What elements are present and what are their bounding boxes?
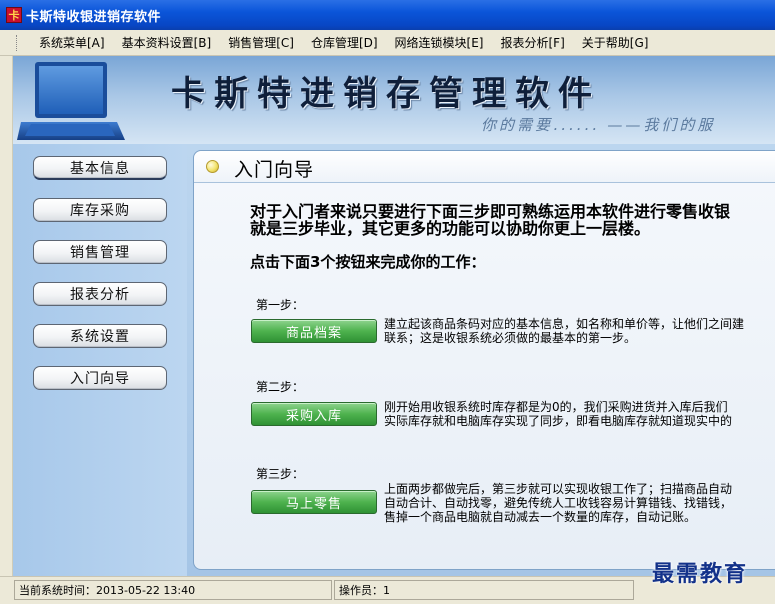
step-3-desc-line-1: 上面两步都做完后，第三步就可以实现收银工作了；扫描商品自动 — [384, 482, 733, 496]
intro-text: 对于入门者来说只要进行下面三步即可熟练运用本软件进行零售收银 就是三步毕业，其它… — [250, 203, 775, 237]
product-archive-button[interactable]: 商品档案 — [251, 319, 377, 343]
panel-header: 入门向导 — [194, 151, 775, 183]
menu-warehouse[interactable]: 仓库管理[D] — [311, 34, 378, 51]
step-3-desc-line-3: 售掉一个商品电脑就自动减去一个数量的库存，自动记账。 — [384, 510, 697, 524]
main-area: 入门向导 对于入门者来说只要进行下面三步即可熟练运用本软件进行零售收银 就是三步… — [187, 144, 775, 576]
laptop-icon — [17, 62, 125, 140]
banner-title: 卡斯特进销存管理软件 — [171, 74, 601, 114]
instruction-text: 点击下面3个按钮来完成你的工作： — [250, 253, 486, 271]
watermark-logo: 最需教育 — [652, 561, 749, 587]
menu-reports[interactable]: 报表分析[F] — [501, 34, 565, 51]
status-time: 当前系统时间：2013-05-22 13:40 — [14, 580, 332, 600]
step-3-desc-line-2: 自动合计、自动找零，避免传统人工收钱容易计算错钱、找错钱， — [384, 496, 733, 510]
intro-line-2: 就是三步毕业，其它更多的功能可以协助你更上一层楼。 — [250, 219, 651, 238]
step-3-desc: 上面两步都做完后，第三步就可以实现收银工作了；扫描商品自动 自动合计、自动找零，… — [384, 482, 732, 524]
status-operator: 操作员：1 — [334, 580, 634, 600]
menu-network-chain[interactable]: 网络连锁模块[E] — [395, 34, 484, 51]
retail-now-button[interactable]: 马上零售 — [251, 490, 377, 514]
window-title: 卡斯特收银进销存软件 — [26, 9, 162, 25]
purchase-stock-in-button[interactable]: 采购入库 — [251, 402, 377, 426]
panel-title: 入门向导 — [234, 159, 315, 181]
step-1-desc: 建立起该商品条码对应的基本信息，如名称和单价等，让他们之间建 联系；这是收银系统… — [384, 317, 744, 345]
app-icon: 卡 — [6, 7, 22, 23]
menu-sales[interactable]: 销售管理[C] — [228, 34, 294, 51]
step-1-desc-line-2: 联系；这是收银系统必须做的最基本的第一步。 — [384, 331, 637, 345]
guide-panel: 入门向导 对于入门者来说只要进行下面三步即可熟练运用本软件进行零售收银 就是三步… — [193, 150, 775, 570]
step-2-desc-line-2: 实际库存就和电脑库存实现了同步，即看电脑库存就知道现实中的 — [384, 414, 733, 428]
menu-basic-settings[interactable]: 基本资料设置[B] — [122, 34, 212, 51]
intro-line-1: 对于入门者来说只要进行下面三步即可熟练运用本软件进行零售收银 — [250, 202, 731, 221]
nav-settings-button[interactable]: 系统设置 — [33, 324, 167, 348]
window-edge — [0, 56, 13, 576]
step-2-desc: 刚开始用收银系统时库存都是为0的，我们采购进货并入库后我们 实际库存就和电脑库存… — [384, 400, 732, 428]
nav-guide-button[interactable]: 入门向导 — [33, 366, 167, 390]
banner-slogan: 你的需要...... ——我们的服 — [481, 116, 716, 134]
nav-stock-purchase-button[interactable]: 库存采购 — [33, 198, 167, 222]
bulb-icon — [206, 160, 219, 173]
step-2-desc-line-1: 刚开始用收银系统时库存都是为0的，我们采购进货并入库后我们 — [384, 400, 728, 414]
menu-grip-icon — [16, 34, 19, 51]
menu-bar: 系统菜单[A] 基本资料设置[B] 销售管理[C] 仓库管理[D] 网络连锁模块… — [0, 30, 775, 56]
title-bar: 卡 卡斯特收银进销存软件 — [0, 0, 775, 30]
nav-reports-button[interactable]: 报表分析 — [33, 282, 167, 306]
menu-help[interactable]: 关于帮助[G] — [582, 34, 649, 51]
step-1-desc-line-1: 建立起该商品条码对应的基本信息，如名称和单价等，让他们之间建 — [384, 317, 745, 331]
step-2-label: 第二步： — [256, 380, 305, 394]
nav-basic-info-button[interactable]: 基本信息 — [33, 156, 167, 180]
step-3-label: 第三步： — [256, 467, 305, 481]
nav-sales-button[interactable]: 销售管理 — [33, 240, 167, 264]
step-1-label: 第一步： — [256, 298, 305, 312]
banner: 卡斯特进销存管理软件 你的需要...... ——我们的服 — [13, 56, 775, 144]
left-nav: 基本信息 库存采购 销售管理 报表分析 系统设置 入门向导 — [13, 144, 187, 576]
menu-system[interactable]: 系统菜单[A] — [39, 34, 105, 51]
